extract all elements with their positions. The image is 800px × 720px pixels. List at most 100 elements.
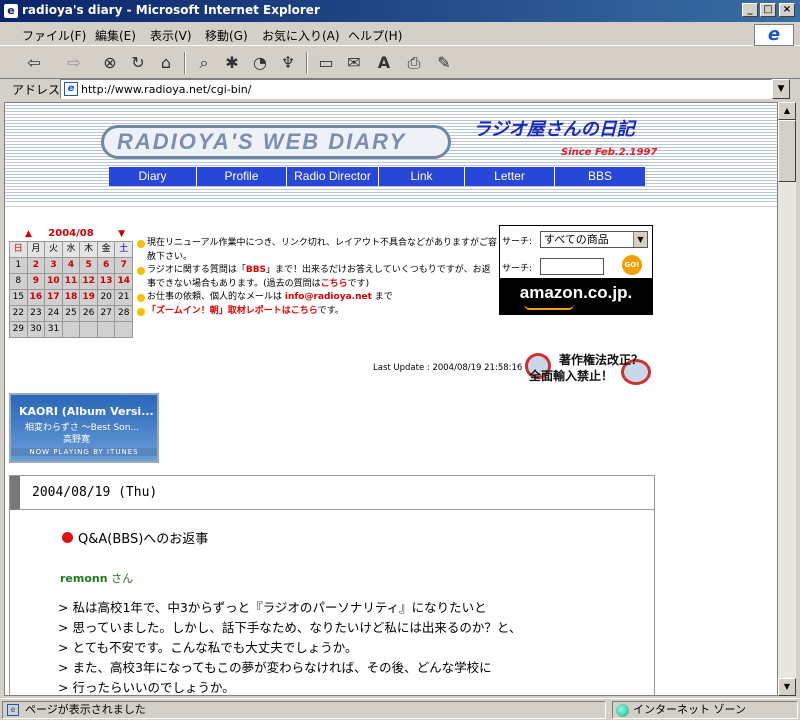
toolbar-separator	[184, 52, 186, 74]
notice-item: 「ズームイン！朝」取材レポートはこちらです。	[137, 305, 497, 319]
nav-bbs[interactable]: BBS	[555, 167, 645, 186]
now-playing-badge[interactable]: KAORI (Album Versi... 相変わらずさ ～Best Son..…	[9, 393, 159, 463]
amazon-search-widget: サーチ: すべての商品 ▼ サーチ: GO! amazon.co.jp.	[499, 225, 653, 315]
fullscreen-icon[interactable]: ▭	[314, 51, 338, 75]
scroll-thumb[interactable]	[778, 120, 796, 182]
email-link[interactable]: info@radioya.net	[285, 292, 372, 302]
quote-line: > また、高校3年になってもこの夢が変わらなければ、その後、どんな学校に	[58, 660, 492, 675]
calendar-day-link[interactable]: 11	[62, 274, 81, 290]
since-label: Since Feb.2.1997	[561, 147, 658, 158]
amazon-category-select[interactable]: すべての商品 ▼	[540, 231, 648, 248]
red-dot-icon	[62, 532, 73, 543]
calendar-day-link[interactable]: 6	[97, 258, 116, 274]
nav-diary[interactable]: Diary	[109, 167, 197, 186]
vertical-scrollbar[interactable]: ▲ ▼	[778, 102, 796, 696]
menu-favorites[interactable]: お気に入り(A)	[262, 27, 340, 44]
copyright-banner[interactable]: 著作権法改正？ 全面輸入禁止！	[525, 351, 655, 387]
menu-edit[interactable]: 編集(E)	[95, 27, 136, 44]
prev-month-icon[interactable]: ▲	[25, 227, 32, 241]
calendar-empty	[97, 322, 116, 338]
quote-line: > 思っていました。しかし、話下手なため、なりたいけど私には出来るのか？と、	[58, 620, 522, 635]
font-icon[interactable]: A	[372, 51, 396, 75]
bullet-icon	[137, 294, 145, 302]
weekday: 水	[62, 242, 81, 258]
bullet-icon	[137, 240, 145, 248]
calendar-day-link[interactable]: 4	[62, 258, 81, 274]
calendar-day-link[interactable]: 7	[115, 258, 134, 274]
calendar: ▲ 2004/08 ▼ 日 月 火 水 木 金 土 1 2 3 4 5 6 7	[9, 227, 134, 338]
back-icon[interactable]: ⇦	[22, 51, 46, 75]
calendar-day: 22	[10, 306, 28, 322]
favorites-icon[interactable]: ✱	[220, 51, 244, 75]
next-month-icon[interactable]: ▼	[118, 227, 125, 241]
stop-icon[interactable]: ⊗	[98, 51, 122, 75]
nav-radio-director[interactable]: Radio Director	[287, 167, 379, 186]
calendar-day-link[interactable]: 9	[27, 274, 46, 290]
menu-bar: ファイル(F) 編集(E) 表示(V) 移動(G) お気に入り(A) ヘルプ(H…	[0, 22, 800, 46]
address-dropdown-icon[interactable]: ▼	[772, 79, 790, 99]
calendar-day-link[interactable]: 13	[97, 274, 116, 290]
calendar-day-link[interactable]: 12	[80, 274, 98, 290]
history-icon[interactable]: ◔	[248, 51, 272, 75]
address-input[interactable]: e http://www.radioya.net/cgi-bin/	[60, 79, 772, 99]
scroll-down-icon[interactable]: ▼	[778, 678, 796, 696]
minimize-button[interactable]: _	[742, 3, 758, 17]
bbs-link[interactable]: BBS	[246, 265, 266, 275]
weekday: 火	[45, 242, 63, 258]
channels-icon[interactable]: ♆	[276, 51, 300, 75]
address-url: http://www.radioya.net/cgi-bin/	[81, 83, 252, 96]
home-icon[interactable]: ⌂	[154, 51, 178, 75]
calendar-day-link[interactable]: 14	[115, 274, 134, 290]
nav-letter[interactable]: Letter	[465, 167, 555, 186]
calendar-day: 28	[115, 306, 134, 322]
calendar-day-link[interactable]: 3	[45, 258, 63, 274]
site-logo[interactable]: RADIOYA'S WEB DIARY	[117, 129, 406, 155]
calendar-week: 8 9 10 11 12 13 14	[10, 274, 134, 290]
ie-throbber-icon: e	[754, 24, 794, 46]
menu-view[interactable]: 表示(V)	[150, 27, 192, 44]
entry-author: remonn さん	[60, 572, 134, 585]
menu-help[interactable]: ヘルプ(H)	[348, 27, 402, 44]
bullet-icon	[137, 307, 145, 316]
nav-profile[interactable]: Profile	[197, 167, 287, 186]
calendar-day-link[interactable]: 2	[27, 258, 46, 274]
calendar-day: 27	[97, 306, 116, 322]
status-text: e ページが表示されました	[2, 701, 606, 719]
amazon-search-input[interactable]	[540, 258, 604, 275]
mail-icon[interactable]: ✉	[342, 51, 366, 75]
nav-link[interactable]: Link	[379, 167, 465, 186]
notice-item: 現在リニューアル作業中につき、リンク切れ、レイアウト不具合などがありますがご容赦…	[137, 237, 497, 264]
calendar-day-link[interactable]: 16	[27, 290, 46, 306]
calendar-day: 20	[97, 290, 116, 306]
menu-file[interactable]: ファイル(F)	[22, 27, 86, 44]
print-icon[interactable]: ⎙	[402, 51, 426, 75]
calendar-day-link[interactable]: 17	[45, 290, 63, 306]
weekday: 木	[80, 242, 98, 258]
amazon-logo[interactable]: amazon.co.jp.	[500, 278, 652, 314]
amazon-go-button[interactable]: GO!	[622, 255, 642, 275]
edit-icon[interactable]: ✎	[432, 51, 456, 75]
now-playing-label: NOW PLAYING BY ITUNES	[11, 448, 157, 456]
site-title-jp: ラジオ屋さんの日記	[473, 119, 635, 139]
report-link[interactable]: 「ズームイン！朝」取材レポートはこちら	[147, 306, 318, 316]
past-questions-link[interactable]: こちら	[321, 279, 348, 289]
quote-line: > 行ったらいいのでしょうか。	[58, 680, 235, 695]
toolbar: ⇦ ⇨ ⊗ ↻ ⌂ ⌕ ✱ ◔ ♆ ▭ ✉ A ⎙ ✎	[0, 47, 800, 79]
calendar-day-link[interactable]: 19	[80, 290, 98, 306]
entry-title: Q&A(BBS)へのお返事	[78, 532, 209, 547]
calendar-day-link[interactable]: 18	[62, 290, 81, 306]
amazon-smile-icon	[524, 304, 574, 310]
calendar-day: 25	[62, 306, 81, 322]
close-button[interactable]: ×	[779, 3, 795, 17]
window-title: radioya's diary - Microsoft Internet Exp…	[22, 3, 320, 17]
refresh-icon[interactable]: ↻	[126, 51, 150, 75]
track-title: KAORI (Album Versi...	[19, 405, 154, 418]
forward-icon[interactable]: ⇨	[62, 51, 86, 75]
calendar-day-link[interactable]: 10	[45, 274, 63, 290]
search-icon[interactable]: ⌕	[192, 51, 216, 75]
chevron-down-icon: ▼	[633, 232, 647, 247]
scroll-up-icon[interactable]: ▲	[778, 102, 796, 120]
maximize-button[interactable]: □	[760, 3, 776, 17]
calendar-day-link[interactable]: 5	[80, 258, 98, 274]
menu-go[interactable]: 移動(G)	[205, 27, 248, 44]
